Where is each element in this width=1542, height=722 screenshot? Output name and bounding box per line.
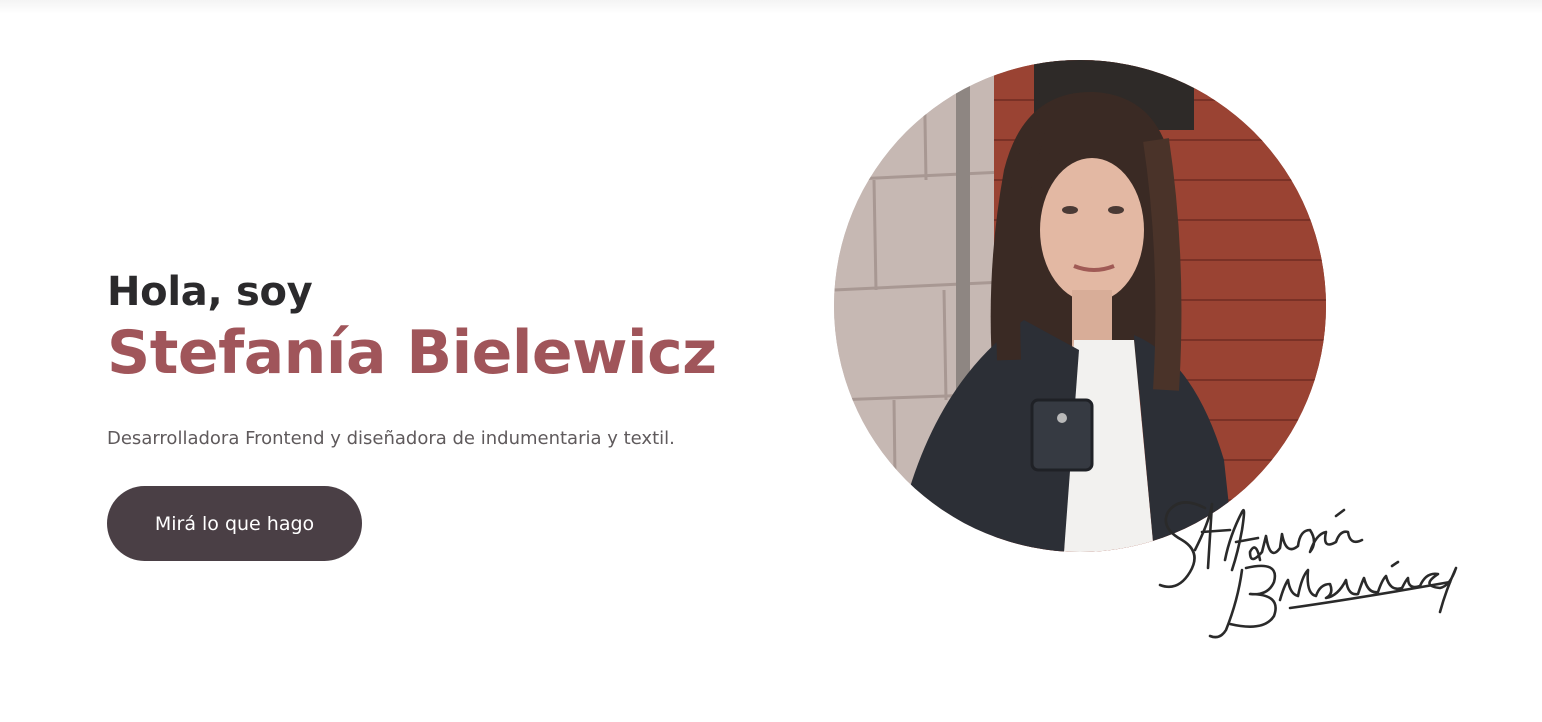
- name-heading: Stefanía Bielewicz: [107, 318, 717, 388]
- tagline: Desarrolladora Frontend y diseñadora de …: [107, 428, 675, 449]
- header-edge: [0, 0, 1542, 14]
- signature-graphic: [1158, 501, 1458, 639]
- profile-photo: [834, 60, 1326, 552]
- profile-photo-circle: [834, 60, 1326, 552]
- see-work-button[interactable]: Mirá lo que hago: [107, 486, 362, 561]
- greeting-heading: Hola, soy: [107, 269, 313, 315]
- portrait-illustration: [834, 60, 1326, 552]
- hero-intro: Hola, soy Stefanía Bielewicz Desarrollad…: [107, 268, 807, 561]
- hero-section: Hola, soy Stefanía Bielewicz Desarrollad…: [0, 0, 1542, 722]
